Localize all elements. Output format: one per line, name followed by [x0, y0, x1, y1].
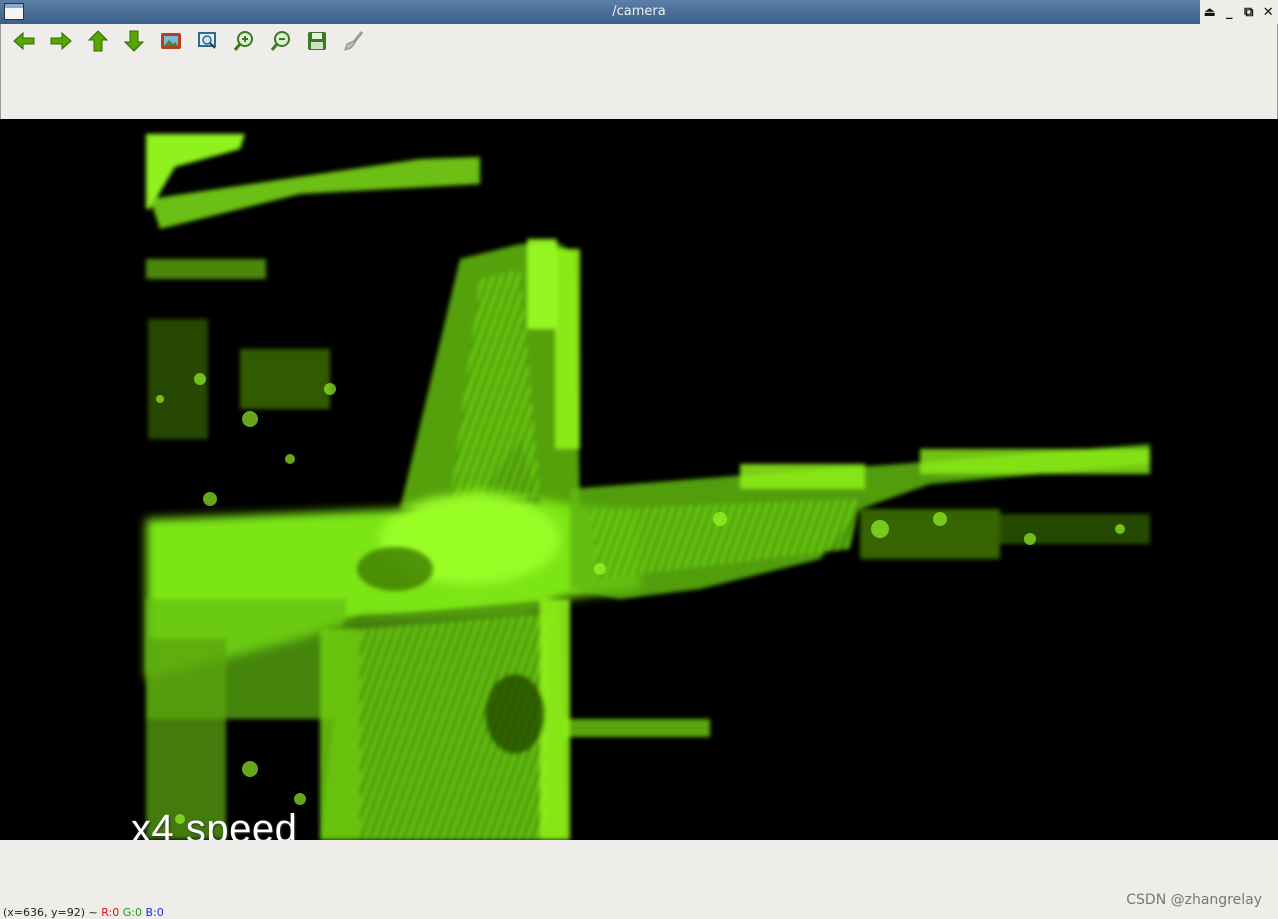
- zoom-in-icon: [233, 31, 253, 51]
- pixel-g-value: G:0: [122, 906, 142, 919]
- window-controls: ⏏ _ ⧉ ✕: [1200, 0, 1278, 24]
- shade-icon[interactable]: ⏏: [1202, 5, 1218, 20]
- close-icon[interactable]: ✕: [1260, 5, 1276, 20]
- zoom-out-button[interactable]: [267, 29, 295, 53]
- title-bar[interactable]: /camera ⏏ _ ⧉ ✕: [0, 0, 1278, 24]
- back-button[interactable]: [10, 29, 38, 53]
- status-bar: (x=636, y=92) ~ R:0 G:0 B:0: [3, 906, 164, 919]
- window-title: /camera: [612, 4, 666, 19]
- zoom-in-button[interactable]: [230, 29, 258, 53]
- watermark: CSDN @zhangrelay: [1126, 892, 1262, 908]
- point-cloud-image: [146, 134, 1150, 840]
- brush-icon: [344, 31, 364, 51]
- forward-icon: [50, 31, 72, 51]
- back-icon: [13, 31, 35, 51]
- zoom-fit-button[interactable]: [194, 29, 222, 53]
- up-icon: [88, 30, 108, 52]
- pixel-r-value: R:0: [101, 906, 120, 919]
- zoom-fit-icon: [198, 32, 216, 49]
- pixel-b-value: B:0: [145, 906, 164, 919]
- image-viewport[interactable]: x4 speed: [0, 119, 1278, 840]
- image-button[interactable]: [157, 29, 185, 53]
- save-icon: [308, 32, 326, 50]
- down-icon: [124, 30, 144, 52]
- up-button[interactable]: [84, 29, 112, 53]
- speed-overlay-text: x4 speed: [131, 807, 298, 840]
- minimize-icon[interactable]: _: [1221, 5, 1237, 20]
- zoom-out-icon: [270, 31, 290, 51]
- down-button[interactable]: [120, 29, 148, 53]
- toolbar: [0, 24, 1278, 119]
- brush-button[interactable]: [340, 29, 368, 53]
- save-button[interactable]: [303, 29, 331, 53]
- forward-button[interactable]: [47, 29, 75, 53]
- cursor-coords: (x=636, y=92) ~: [3, 906, 98, 919]
- image-icon: [161, 33, 181, 49]
- maximize-icon[interactable]: ⧉: [1241, 5, 1257, 20]
